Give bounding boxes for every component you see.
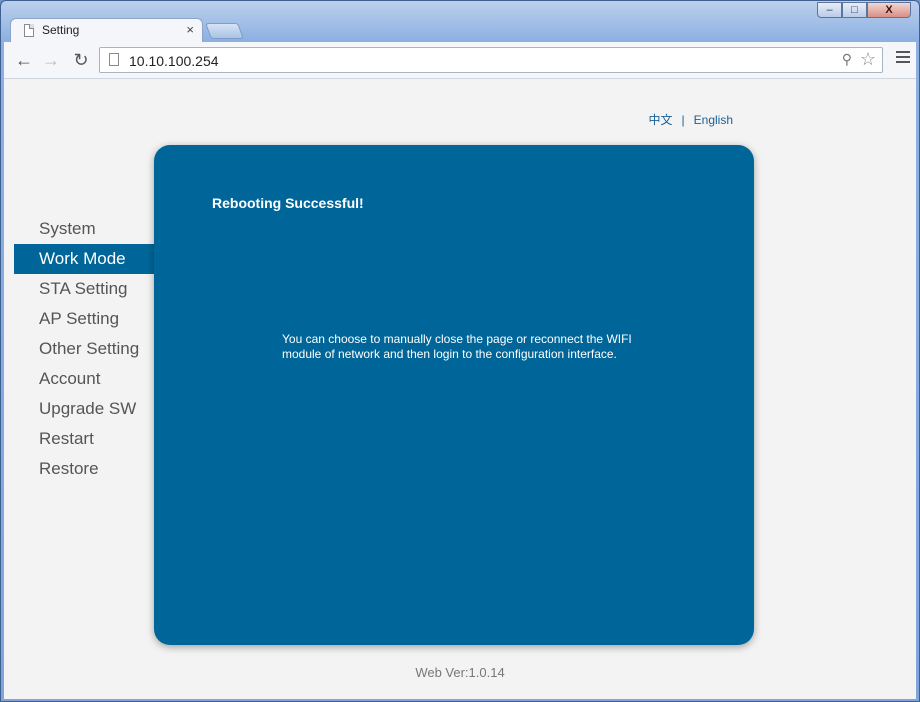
sidebar-item-system[interactable]: System bbox=[14, 214, 154, 244]
lang-english-link[interactable]: English bbox=[694, 113, 733, 127]
reload-icon[interactable]: ↻ bbox=[70, 49, 92, 71]
address-bar[interactable]: ⚲ ☆ bbox=[99, 47, 883, 73]
back-arrow-icon[interactable]: ← bbox=[13, 49, 35, 71]
sidebar-item-upgrade-sw[interactable]: Upgrade SW bbox=[14, 394, 154, 424]
main-panel: Rebooting Successful! You can choose to … bbox=[154, 145, 754, 645]
tab-title: Setting bbox=[42, 23, 80, 37]
key-icon[interactable]: ⚲ bbox=[842, 51, 852, 68]
sidebar-item-other-setting[interactable]: Other Setting bbox=[14, 334, 154, 364]
window-caption-buttons: – □ X bbox=[817, 2, 911, 18]
panel-message: You can choose to manually close the pag… bbox=[282, 332, 632, 361]
lang-separator: | bbox=[681, 113, 685, 127]
menu-icon[interactable] bbox=[896, 51, 910, 66]
tab-close-icon[interactable]: × bbox=[186, 22, 194, 37]
browser-tab[interactable]: Setting × bbox=[10, 18, 203, 43]
sidebar-item-sta-setting[interactable]: STA Setting bbox=[14, 274, 154, 304]
browser-toolbar: ← → ↻ ⚲ ☆ bbox=[4, 42, 916, 79]
language-switcher: 中文 | English bbox=[649, 111, 734, 128]
page-icon bbox=[24, 24, 34, 37]
panel-heading: Rebooting Successful! bbox=[212, 195, 364, 211]
version-footer: Web Ver:1.0.14 bbox=[415, 665, 505, 680]
sidebar-item-restart[interactable]: Restart bbox=[14, 424, 154, 454]
new-tab-button[interactable] bbox=[205, 23, 244, 39]
browser-window: – □ X Setting × ← → ↻ ⚲ ☆ 中文 | English Sys… bbox=[0, 0, 920, 702]
page-icon bbox=[109, 53, 119, 66]
url-input[interactable] bbox=[127, 50, 831, 72]
sidebar-item-ap-setting[interactable]: AP Setting bbox=[14, 304, 154, 334]
forward-arrow-icon[interactable]: → bbox=[40, 49, 62, 71]
sidebar-item-work-mode[interactable]: Work Mode bbox=[14, 244, 154, 274]
page-content: 中文 | English System Work Mode STA Setting … bbox=[4, 79, 916, 699]
maximize-button[interactable]: □ bbox=[842, 2, 867, 18]
sidebar-nav: System Work Mode STA Setting AP Setting … bbox=[14, 214, 154, 484]
sidebar-item-restore[interactable]: Restore bbox=[14, 454, 154, 484]
bookmark-star-icon[interactable]: ☆ bbox=[860, 49, 876, 70]
sidebar-item-account[interactable]: Account bbox=[14, 364, 154, 394]
close-window-button[interactable]: X bbox=[867, 2, 911, 18]
lang-chinese-link[interactable]: 中文 bbox=[649, 113, 673, 127]
minimize-button[interactable]: – bbox=[817, 2, 842, 18]
